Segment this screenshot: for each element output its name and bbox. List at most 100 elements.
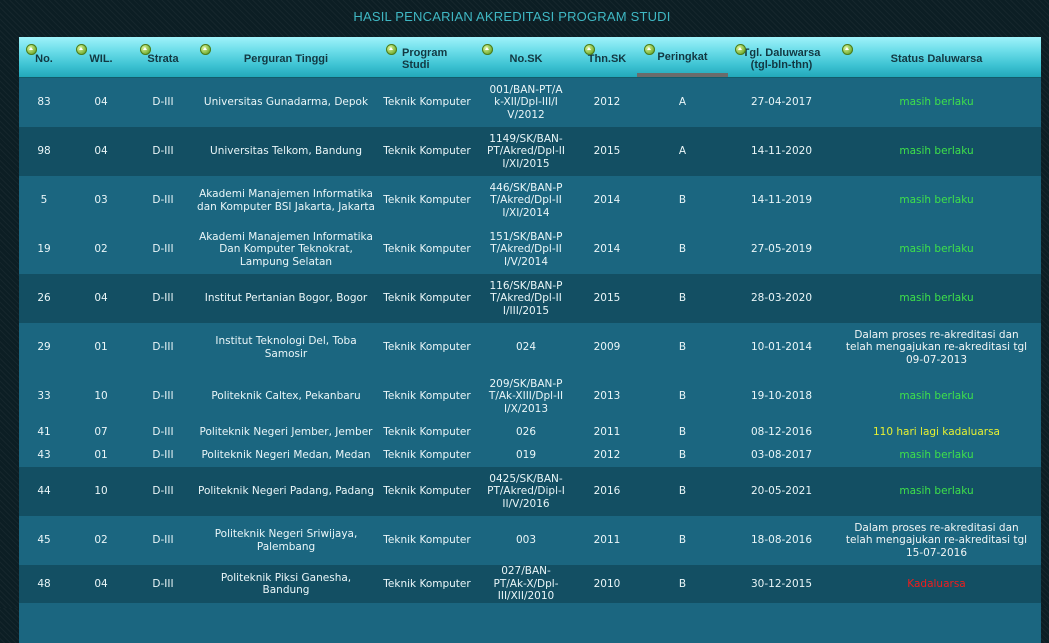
sort-icon[interactable] [26, 44, 37, 55]
cell-status-daluwarsa: masih berlaku [899, 485, 974, 498]
cell-wil: 02 [94, 534, 108, 547]
cell-thn-sk: 2013 [593, 390, 621, 403]
cell-status-daluwarsa: masih berlaku [899, 243, 974, 256]
cell-program-studi: Teknik Komputer [383, 485, 471, 498]
sort-icon[interactable] [584, 44, 595, 55]
cell-tgl-daluwarsa: 27-04-2017 [750, 96, 813, 109]
table-row: 19 02 D-III Akademi Manajemen Informatik… [19, 225, 1041, 274]
cell-status-daluwarsa: Dalam proses re-akreditasi dan telah men… [845, 328, 1028, 366]
cell-tgl-daluwarsa: 08-12-2016 [750, 426, 813, 439]
results-table: No. WIL. Strata Perguran Tinggi Program … [19, 37, 1041, 643]
cell-thn-sk: 2014 [593, 243, 621, 256]
sort-icon[interactable] [76, 44, 87, 55]
table-row-partial [19, 603, 1041, 643]
cell-thn-sk: 2011 [593, 534, 621, 547]
cell-peringkat: B [678, 577, 687, 590]
cell-program-studi: Teknik Komputer [383, 292, 471, 305]
cell-tgl-daluwarsa: 19-10-2018 [750, 390, 813, 403]
cell-status-daluwarsa: Dalam proses re-akreditasi dan telah men… [845, 521, 1028, 559]
cell-tgl-daluwarsa: 30-12-2015 [750, 577, 813, 590]
cell-strata: D-III [152, 292, 174, 305]
cell-tgl-daluwarsa: 20-05-2021 [750, 485, 813, 498]
column-header-status-daluwarsa[interactable]: Status Daluwarsa [835, 37, 1038, 77]
cell-peringkat: B [678, 194, 687, 207]
cell-status-daluwarsa: masih berlaku [899, 96, 974, 109]
sort-icon[interactable] [482, 44, 493, 55]
cell-strata: D-III [152, 243, 174, 256]
cell-program-studi: Teknik Komputer [383, 243, 471, 256]
cell-strata: D-III [152, 534, 174, 547]
cell-peringkat: A [678, 96, 687, 109]
sort-icon[interactable] [842, 44, 853, 55]
cell-wil: 07 [94, 426, 108, 439]
cell-no: 44 [37, 485, 51, 498]
cell-status-daluwarsa: masih berlaku [899, 449, 974, 462]
cell-thn-sk: 2015 [593, 292, 621, 305]
cell-tgl-daluwarsa: 18-08-2016 [750, 534, 813, 547]
cell-program-studi: Teknik Komputer [383, 449, 471, 462]
cell-no-sk: 1149/SK/BAN-PT/Akred/Dpl-III/XI/2015 [487, 132, 565, 170]
cell-thn-sk: 2009 [593, 341, 621, 354]
cell-tgl-daluwarsa: 14-11-2020 [750, 145, 813, 158]
column-header-tgl-daluwarsa[interactable]: Tgl. Daluwarsa (tgl-bln-thn) [728, 37, 835, 77]
column-header-peringkat[interactable]: Peringkat [637, 37, 728, 77]
column-header-strata[interactable]: Strata [133, 37, 193, 77]
cell-no: 26 [37, 292, 51, 305]
column-header-no[interactable]: No. [19, 37, 69, 77]
cell-wil: 04 [94, 96, 108, 109]
cell-thn-sk: 2012 [593, 96, 621, 109]
column-header-perguruan-tinggi[interactable]: Perguran Tinggi [193, 37, 379, 77]
cell-thn-sk: 2015 [593, 145, 621, 158]
table-row: 48 04 D-III Politeknik Piksi Ganesha, Ba… [19, 565, 1041, 603]
cell-strata: D-III [152, 485, 174, 498]
cell-peringkat: B [678, 485, 687, 498]
cell-status-daluwarsa: masih berlaku [899, 292, 974, 305]
cell-strata: D-III [152, 194, 174, 207]
cell-no-sk: 209/SK/BAN-PT/Ak-XIII/Dpl-III/X/2013 [488, 377, 564, 415]
cell-peringkat: B [678, 390, 687, 403]
sort-icon[interactable] [735, 44, 746, 55]
cell-status-daluwarsa: masih berlaku [899, 390, 974, 403]
table-row: 41 07 D-III Politeknik Negeri Jember, Je… [19, 421, 1041, 444]
cell-tgl-daluwarsa: 14-11-2019 [750, 194, 813, 207]
cell-status-daluwarsa: masih berlaku [899, 194, 974, 207]
sort-icon[interactable] [200, 44, 211, 55]
table-row: 43 01 D-III Politeknik Negeri Medan, Med… [19, 444, 1041, 467]
cell-strata: D-III [152, 390, 174, 403]
cell-program-studi: Teknik Komputer [383, 534, 471, 547]
cell-tgl-daluwarsa: 10-01-2014 [750, 341, 813, 354]
cell-program-studi: Teknik Komputer [383, 96, 471, 109]
cell-program-studi: Teknik Komputer [383, 145, 471, 158]
column-header-program-studi[interactable]: Program Studi [379, 37, 475, 77]
cell-wil: 10 [94, 485, 108, 498]
sort-icon[interactable] [386, 44, 397, 55]
cell-thn-sk: 2016 [593, 485, 621, 498]
cell-peringkat: A [678, 145, 687, 158]
cell-program-studi: Teknik Komputer [383, 194, 471, 207]
cell-program-studi: Teknik Komputer [383, 341, 471, 354]
cell-no: 33 [37, 390, 51, 403]
cell-status-daluwarsa: masih berlaku [899, 145, 974, 158]
column-header-no-sk[interactable]: No.SK [475, 37, 577, 77]
cell-strata: D-III [152, 145, 174, 158]
cell-no-sk: 151/SK/BAN-PT/Akred/Dpl-III/V/2014 [489, 230, 563, 268]
cell-no-sk: 003 [515, 534, 537, 547]
table-row: 44 10 D-III Politeknik Negeri Padang, Pa… [19, 467, 1041, 516]
cell-perguruan-tinggi: Akademi Manajemen Informatika Dan Komput… [199, 230, 373, 268]
cell-peringkat: B [678, 292, 687, 305]
cell-program-studi: Teknik Komputer [383, 426, 471, 439]
cell-perguruan-tinggi: Akademi Manajemen Informatika dan Komput… [197, 188, 375, 213]
page-title: HASIL PENCARIAN AKREDITASI PROGRAM STUDI [353, 9, 671, 24]
table-row: 26 04 D-III Institut Pertanian Bogor, Bo… [19, 274, 1041, 323]
cell-no: 98 [37, 145, 51, 158]
cell-thn-sk: 2012 [593, 449, 621, 462]
cell-perguruan-tinggi: Institut Teknologi Del, Toba Samosir [215, 335, 357, 360]
sort-icon[interactable] [140, 44, 151, 55]
column-header-thn-sk[interactable]: Thn.SK [577, 37, 637, 77]
cell-wil: 04 [94, 292, 108, 305]
column-header-wil[interactable]: WIL. [69, 37, 133, 77]
sort-icon[interactable] [644, 44, 655, 55]
cell-peringkat: B [678, 341, 687, 354]
cell-no-sk: 446/SK/BAN-PT/Akred/Dpl-III/XI/2014 [489, 181, 563, 219]
cell-perguruan-tinggi: Politeknik Negeri Jember, Jember [199, 426, 373, 439]
